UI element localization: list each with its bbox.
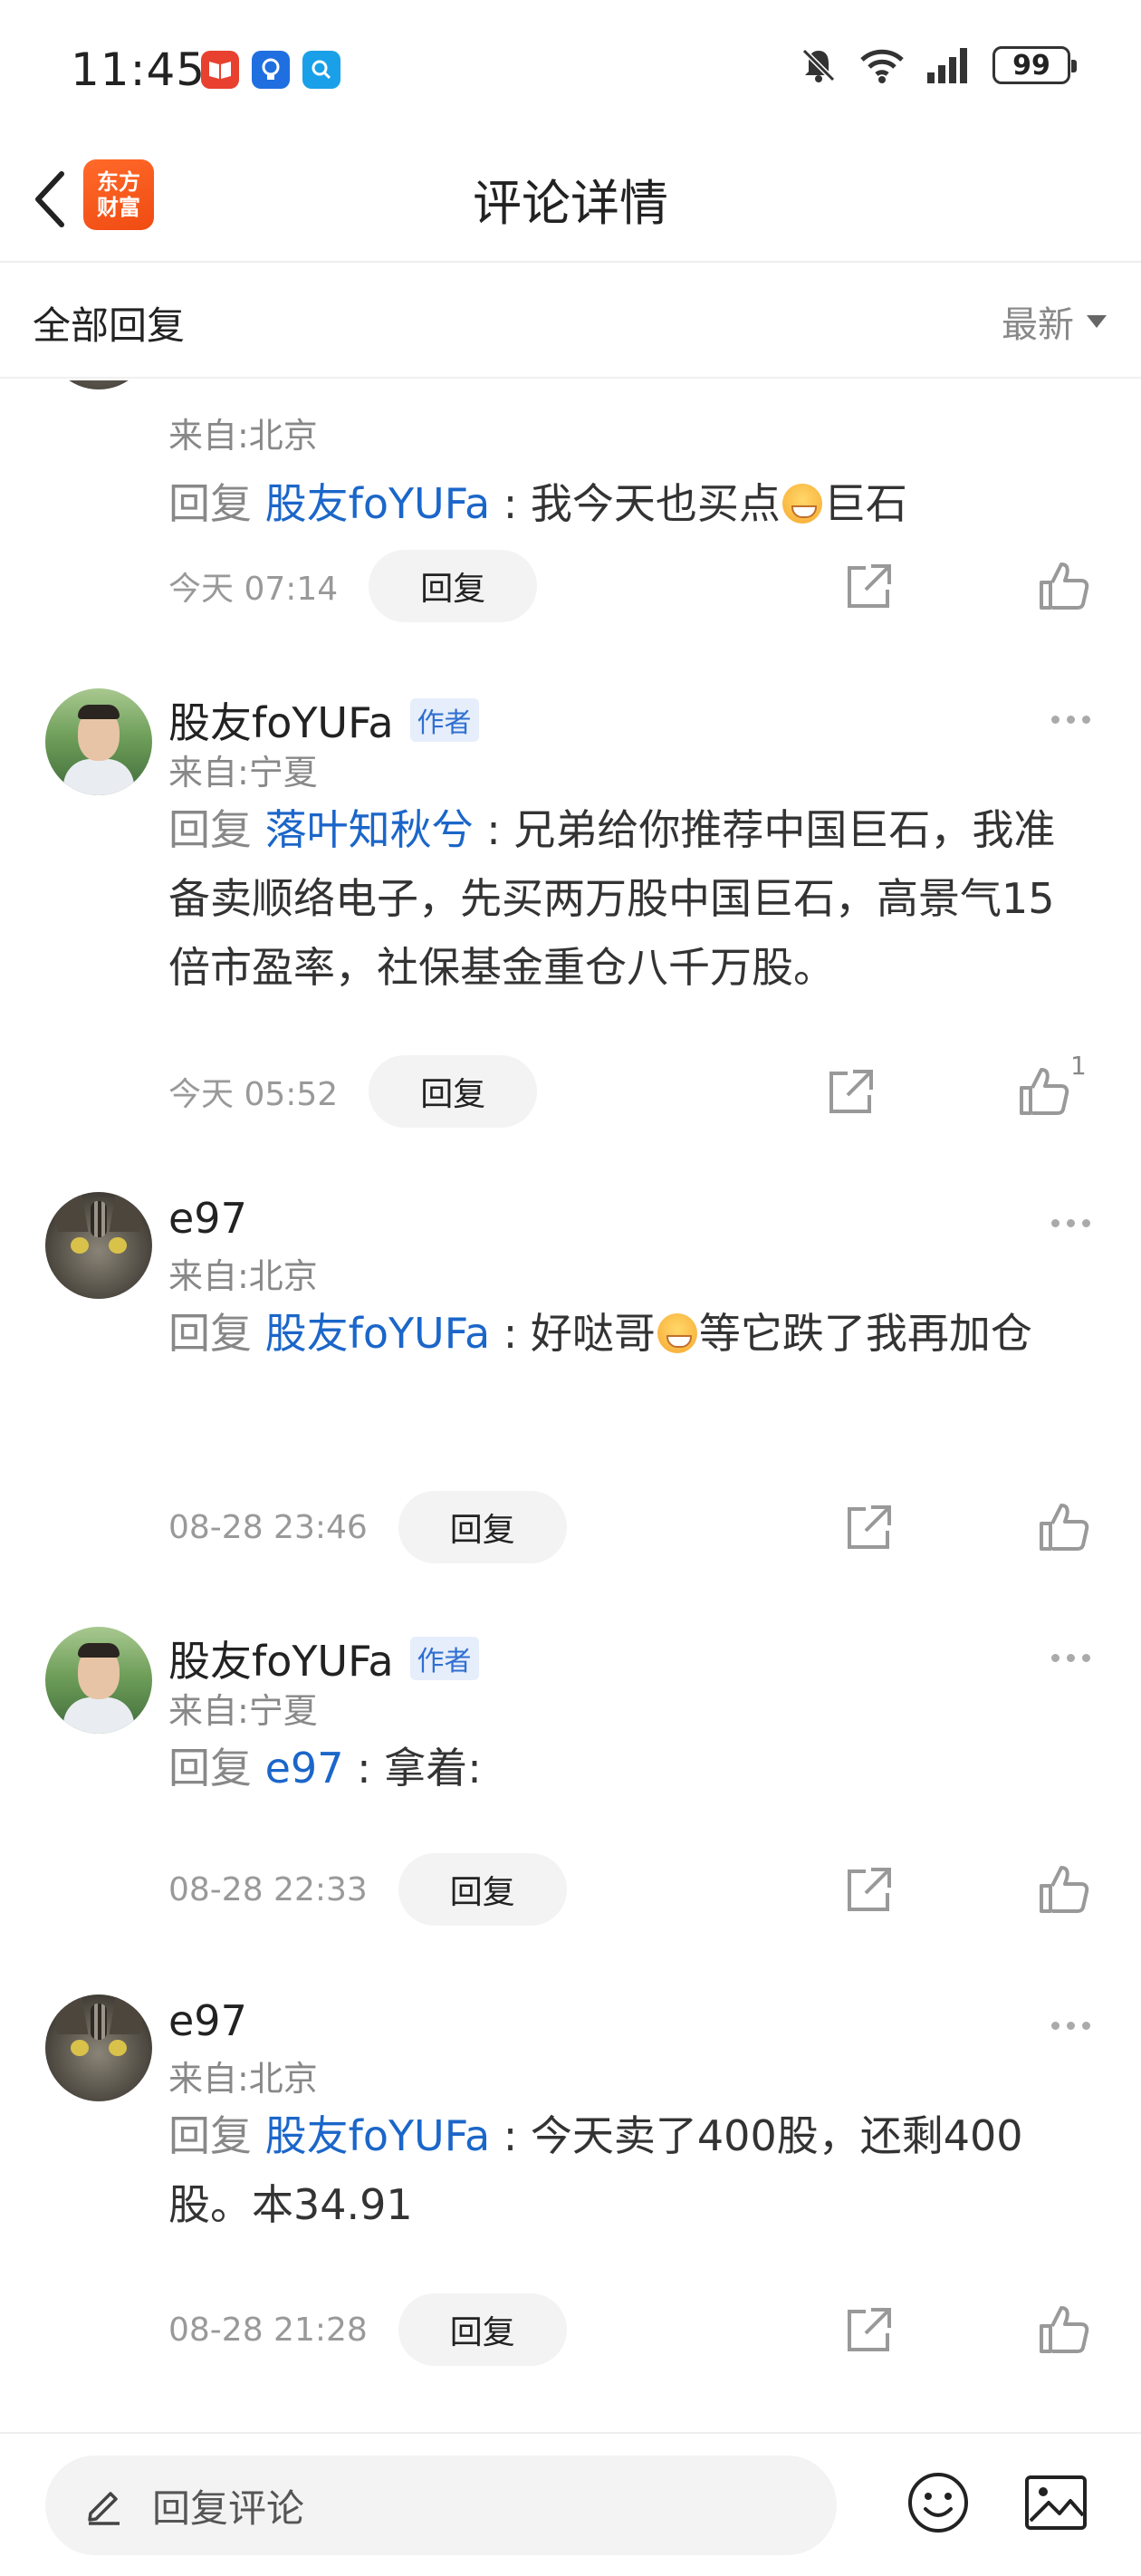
reply-button[interactable]: 回复 [398,2293,567,2366]
comment-meta: 08-28 21:28 回复 [168,2293,567,2366]
more-options-icon[interactable] [1051,1219,1090,1227]
page-title: 评论详情 [473,175,668,232]
reply-target-link[interactable]: 股友foYUFa [265,2111,491,2160]
comment-text: 回复 股友foYUFa : 今天卖了400股，还剩400股。本34.91 [168,2111,1023,2229]
top-nav-bar: 东方 财富 评论详情 [0,136,1141,263]
battery-indicator: 99 [992,46,1077,84]
comment-time: 今天 07:14 [168,571,339,608]
reply-target-link[interactable]: 落叶知秋兮 [265,805,474,854]
comment-list[interactable]: 来自:北京 回复 股友foYUFa : 我今天也买点 巨石 今天 07:14 回复… [0,380,1141,2432]
bulb-app-icon [252,51,290,89]
reply-button[interactable]: 回复 [398,1853,567,1926]
more-options-icon[interactable] [1051,1654,1090,1662]
reply-comment-input[interactable]: 回复评论 [45,2456,837,2555]
thumbs-up-icon[interactable] [1036,559,1090,613]
thumbs-up-icon[interactable] [1036,1500,1090,1554]
comment-location: 来自:宁夏 [168,1691,318,1731]
reply-comment-placeholder: 回复评论 [152,2485,305,2531]
status-indicators: 99 [799,45,1077,85]
comment-author[interactable]: e97 [168,1996,247,2045]
author-badge: 作者 [409,1637,479,1680]
share-icon[interactable] [844,2304,895,2355]
author-badge: 作者 [409,698,479,742]
share-icon[interactable] [844,561,895,611]
bottom-input-bar: 回复评论 [0,2432,1141,2576]
status-time: 11:45 [71,43,206,96]
comment-location: 来自:北京 [168,1256,318,1296]
comment-item: e97 来自:北京 回复 股友foYUFa : 今天卖了400股，还剩400股。… [0,1994,1141,2393]
comment-meta: 08-28 23:46 回复 [168,1491,567,1563]
comment-location: 来自:北京 [168,416,318,456]
reply-prefix: 回复 [168,2111,252,2160]
comment-text: 回复 股友foYUFa : 我今天也买点 巨石 [168,479,907,528]
reply-prefix: 回复 [168,479,252,528]
emoji-icon[interactable] [906,2470,971,2535]
comment-time: 08-28 21:28 [168,2311,368,2349]
more-options-icon[interactable] [1051,716,1090,724]
caret-down-icon [1087,315,1107,328]
comment-meta: 今天 07:14 回复 [168,550,538,622]
comment-author[interactable]: e97 [168,1194,247,1243]
comment-text: 回复 落叶知秋兮 : 兄弟给你推荐中国巨石，我准备卖顺络电子，先买两万股中国巨石… [168,805,1056,992]
comment-location: 来自:宁夏 [168,753,318,793]
comment-meta: 08-28 22:33 回复 [168,1853,567,1926]
all-replies-label: 全部回复 [33,303,186,348]
signal-icon [927,48,967,83]
comment-text: 回复 e97 : 拿着: [168,1744,482,1793]
bell-muted-icon [801,48,836,82]
comment-location: 来自:北京 [168,2059,318,2099]
comment-item: 股友foYUFa 作者 来自:宁夏 回复 e97 : 拿着: 08-28 22:… [0,1627,1141,1953]
reply-prefix: 回复 [168,805,252,854]
sort-option-label: 最新 [1002,304,1074,346]
grin-emoji-icon [657,1313,697,1353]
comment-item: 来自:北京 回复 股友foYUFa : 我今天也买点 巨石 今天 07:14 回复 [0,380,1141,643]
reply-target-link[interactable]: 股友foYUFa [265,1309,491,1358]
share-icon[interactable] [826,1066,877,1117]
thumbs-up-icon[interactable] [1036,2302,1090,2357]
comment-item: 股友foYUFa 作者 来自:宁夏 回复 落叶知秋兮 : 兄弟给你推荐中国巨石，… [0,688,1141,1159]
pencil-icon [88,2492,120,2525]
share-icon[interactable] [844,1864,895,1915]
reply-button[interactable]: 回复 [369,550,538,622]
comment-item: e97 来自:北京 回复 股友foYUFa : 好哒哥 等它跌了我再加仓 08-2… [0,1192,1141,1581]
comment-time: 08-28 23:46 [168,1508,368,1546]
share-icon[interactable] [844,1502,895,1552]
reply-target-link[interactable]: 股友foYUFa [265,479,491,528]
comment-author[interactable]: 股友foYUFa [168,690,394,750]
avatar[interactable] [45,688,152,795]
reply-target-link[interactable]: e97 [265,1744,344,1793]
status-app-icons [201,51,340,89]
reply-button[interactable]: 回复 [369,1055,538,1128]
more-options-icon[interactable] [1051,2022,1090,2030]
reply-prefix: 回复 [168,1309,252,1358]
like-count: 1 [1070,1051,1087,1081]
sort-dropdown[interactable]: 最新 [1002,295,1107,348]
thumbs-up-icon[interactable] [1016,1064,1070,1119]
reader-app-icon [201,51,239,89]
grin-emoji-icon [781,484,822,524]
avatar[interactable] [45,1627,152,1734]
avatar[interactable] [45,1192,152,1299]
comment-time: 08-28 22:33 [168,1870,368,1908]
avatar[interactable] [45,380,152,389]
comment-time: 今天 05:52 [168,1076,339,1113]
comment-meta: 今天 05:52 回复 [168,1055,538,1128]
comment-author[interactable]: 股友foYUFa [168,1629,394,1688]
status-bar: 11:45 99 [0,0,1141,136]
sort-bar: 全部回复 最新 [0,264,1141,379]
reply-button[interactable]: 回复 [398,1491,567,1563]
avatar[interactable] [45,1994,152,2101]
search-app-icon [302,51,340,89]
wifi-icon [860,49,904,83]
thumbs-up-icon[interactable] [1036,1862,1090,1917]
image-icon[interactable] [1023,2474,1088,2532]
comment-text: 回复 股友foYUFa : 好哒哥 等它跌了我再加仓 [168,1309,1032,1358]
reply-prefix: 回复 [168,1744,252,1793]
